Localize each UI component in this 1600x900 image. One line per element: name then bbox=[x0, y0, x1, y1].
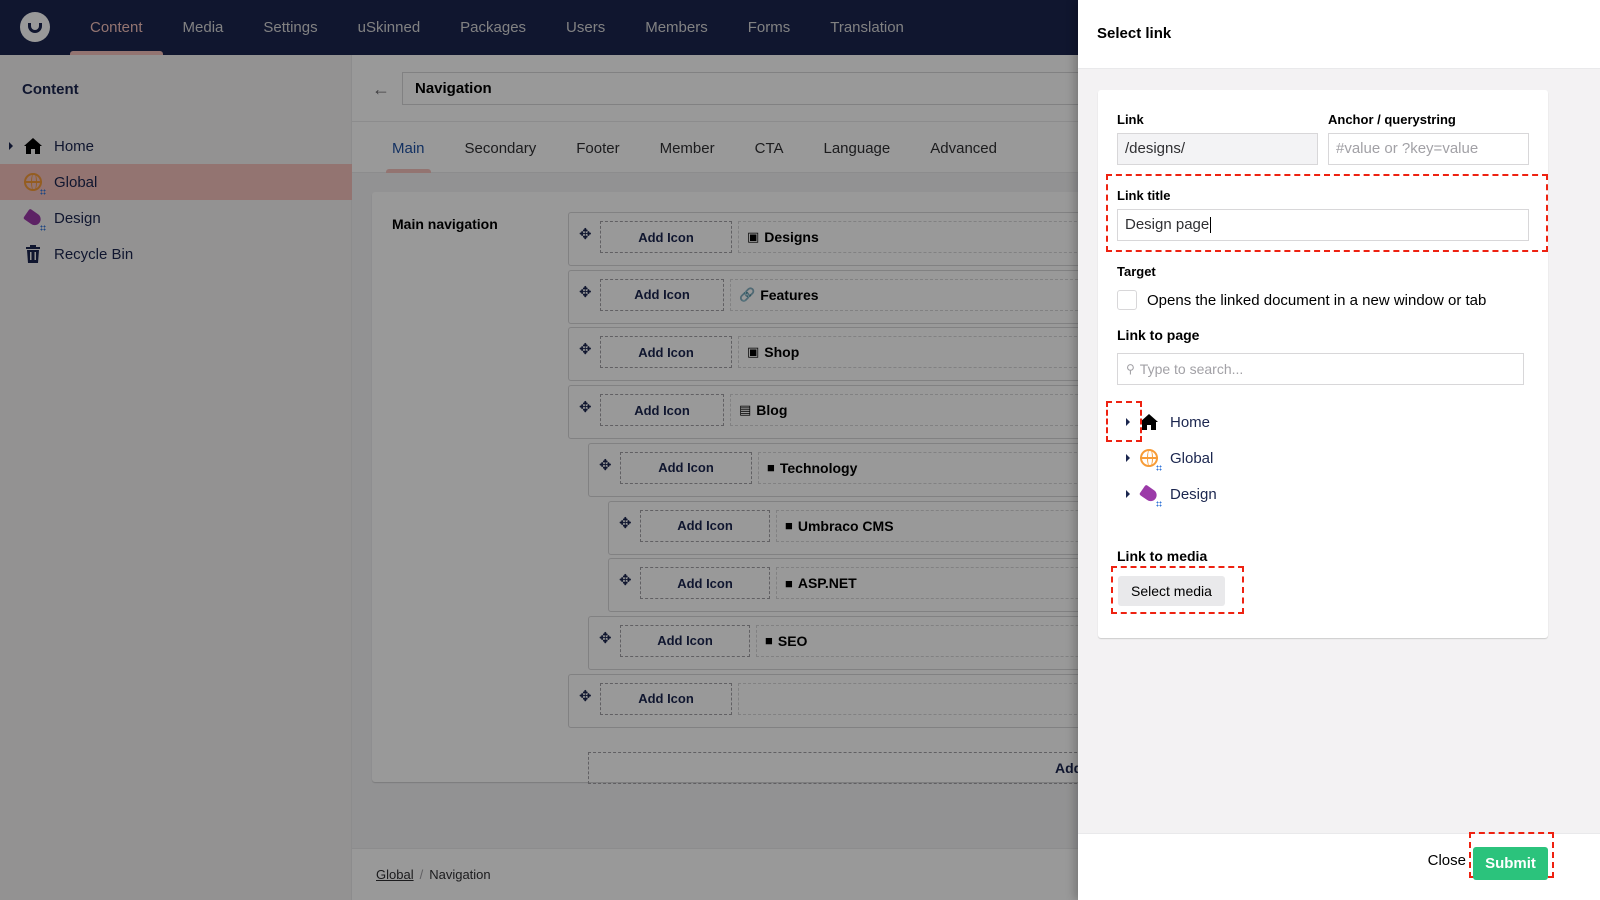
picker-item-home[interactable]: Home bbox=[1126, 404, 1426, 440]
anchor-label: Anchor / querystring bbox=[1328, 112, 1456, 127]
text-cursor bbox=[1210, 217, 1212, 234]
globe-icon bbox=[1138, 447, 1162, 471]
picker-item-label: Design bbox=[1170, 485, 1217, 503]
link-title-value: Design page bbox=[1125, 216, 1210, 233]
dialog-form-card: Link /designs/ Anchor / querystring #val… bbox=[1098, 90, 1548, 638]
search-icon: ⚲ bbox=[1126, 362, 1135, 376]
dialog-title: Select link bbox=[1097, 25, 1172, 42]
picker-item-design[interactable]: Design bbox=[1126, 476, 1426, 512]
submit-button[interactable]: Submit bbox=[1473, 847, 1548, 880]
anchor-querystring-input[interactable]: #value or ?key=value bbox=[1328, 133, 1529, 165]
link-label: Link bbox=[1117, 112, 1144, 127]
dialog-footer: Close Submit bbox=[1078, 832, 1600, 900]
search-placeholder: Type to search... bbox=[1139, 361, 1244, 377]
link-to-page-label: Link to page bbox=[1117, 327, 1200, 343]
picker-item-label: Global bbox=[1170, 449, 1214, 467]
home-icon bbox=[1138, 411, 1160, 433]
select-media-button[interactable]: Select media bbox=[1118, 576, 1225, 606]
link-url-input[interactable]: /designs/ bbox=[1117, 133, 1318, 165]
picker-item-global[interactable]: Global bbox=[1126, 440, 1426, 476]
select-link-dialog: Select link Link /designs/ Anchor / quer… bbox=[1078, 0, 1600, 900]
modal-backdrop[interactable] bbox=[0, 0, 1078, 900]
dialog-header: Select link bbox=[1078, 0, 1600, 69]
target-label: Target bbox=[1117, 264, 1156, 279]
expand-caret-icon[interactable] bbox=[1126, 418, 1130, 426]
tag-icon bbox=[1138, 483, 1162, 507]
page-search-input[interactable]: ⚲ Type to search... bbox=[1117, 353, 1524, 385]
new-window-checkbox-label[interactable]: Opens the linked document in a new windo… bbox=[1147, 292, 1486, 309]
link-to-media-label: Link to media bbox=[1117, 548, 1208, 564]
link-title-label: Link title bbox=[1117, 188, 1171, 203]
expand-caret-icon[interactable] bbox=[1126, 454, 1130, 462]
link-title-input[interactable]: Design page bbox=[1117, 209, 1529, 241]
expand-caret-icon[interactable] bbox=[1126, 490, 1130, 498]
close-button[interactable]: Close bbox=[1428, 852, 1466, 869]
picker-item-label: Home bbox=[1170, 413, 1211, 431]
new-window-checkbox[interactable] bbox=[1117, 290, 1137, 310]
